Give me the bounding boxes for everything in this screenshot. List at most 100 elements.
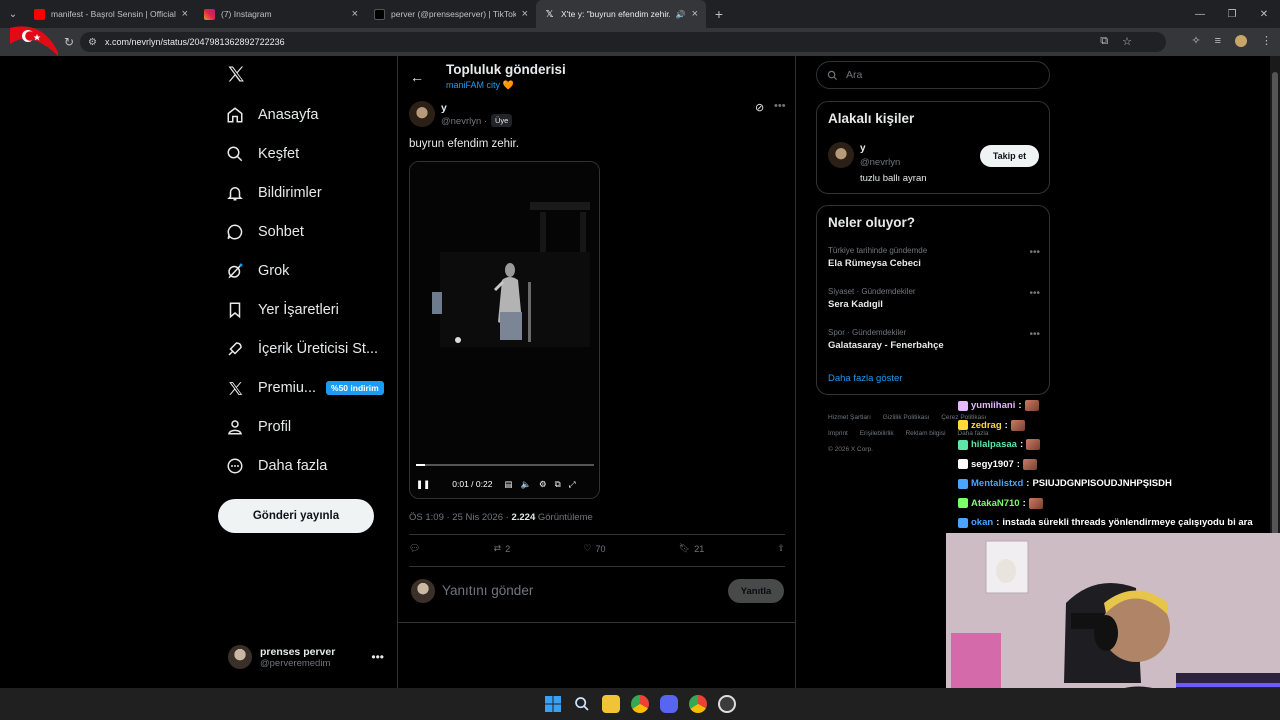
back-arrow-icon[interactable]: ← (410, 69, 424, 85)
close-tab-icon[interactable]: × (692, 8, 698, 20)
share-icon: ⇪ (777, 543, 785, 553)
repost-button[interactable]: ⇄ 2 (494, 543, 511, 554)
footer-link[interactable]: Hizmet Şartları (828, 414, 871, 421)
post-button[interactable]: Gönderi yayınla (218, 499, 374, 533)
post-timestamp[interactable]: ÖS 1:09 · 25 Nis 2026 · (409, 512, 509, 523)
profile-avatar-icon[interactable] (1235, 34, 1247, 47)
site-info-icon[interactable]: ⚙ (88, 37, 97, 48)
x-logo-icon[interactable] (226, 64, 250, 88)
follow-button[interactable]: Takip et (980, 145, 1039, 167)
minimize-icon[interactable]: — (1184, 0, 1216, 28)
community-link[interactable]: maniFAM city 🧡 (446, 80, 514, 91)
more-dots-icon[interactable]: ••• (1029, 329, 1040, 340)
avatar[interactable] (828, 142, 854, 168)
nav-item-home[interactable]: Anasayfa (226, 102, 318, 128)
author-avatar[interactable] (409, 101, 435, 127)
reply-input[interactable]: Yanıtını gönder (442, 583, 533, 598)
tab-title: manifest - Başrol Sensin | Official (51, 9, 176, 19)
footer-link[interactable]: Gizlilik Politikası (883, 414, 930, 421)
install-app-icon[interactable]: ⧉ (1100, 35, 1108, 48)
windows-start-icon[interactable] (544, 695, 562, 713)
chat-username: zedrag (971, 419, 1002, 431)
reply-button[interactable]: 💬︎ (409, 543, 420, 554)
chat-badge-icon (958, 517, 968, 528)
related-handle[interactable]: @nevrlyn (860, 157, 900, 168)
reply-submit-button[interactable]: Yanıtla (728, 579, 784, 603)
browser-tab-tiktok[interactable]: perver (@prensesperver) | TikTok × (366, 0, 536, 28)
reload-icon[interactable]: ↻ (58, 35, 80, 49)
chat-username: segy1907 (971, 458, 1014, 470)
volume-icon[interactable]: 🔈 (520, 479, 531, 490)
author-name[interactable]: y (441, 102, 447, 114)
browser-menu-icon[interactable]: ⋮ (1261, 34, 1272, 47)
nav-item-more[interactable]: Daha fazla (226, 453, 327, 479)
chat-message: Mentalistxd: PSIUJDGNPISOUDJNHPŞISDH (958, 474, 1280, 494)
chat-badge-icon (958, 459, 968, 470)
grok-explain-icon[interactable]: ⊘ (755, 101, 764, 114)
chat-message: hilalpasaa: (958, 435, 1280, 455)
trend-item[interactable]: Türkiye tarihinde gündemde Ela Rümeysa C… (828, 246, 1040, 269)
trend-item[interactable]: Siyaset · Gündemdekiler Sera Kadıgil ••• (828, 287, 1040, 310)
chat-badge-icon (958, 400, 968, 411)
home-icon (226, 106, 244, 124)
pip-icon[interactable]: ⧉ (555, 479, 561, 490)
nav-item-bookmarks[interactable]: Yer İşaretleri (226, 297, 339, 323)
captions-icon[interactable]: ▤ (504, 479, 512, 490)
window-close-icon[interactable]: ✕ (1248, 0, 1280, 28)
nav-item-chat[interactable]: Sohbet (226, 219, 304, 245)
like-button[interactable]: ♡ 70 (583, 543, 605, 554)
left-nav: Anasayfa Keşfet Bildirimler Sohbet Grok … (218, 56, 396, 688)
file-explorer-icon[interactable] (602, 695, 620, 713)
more-dots-icon[interactable]: ••• (1029, 247, 1040, 258)
nav-item-creator-studio[interactable]: İçerik Üreticisi St... (226, 336, 378, 362)
more-dots-icon[interactable]: ••• (1029, 288, 1040, 299)
discord-icon[interactable] (660, 695, 678, 713)
video-player[interactable]: ❚❚ 0:01 / 0:22 ▤ 🔈 ⚙ ⧉ ⤢ (409, 161, 600, 499)
nav-item-premium[interactable]: Premiu... %50 indirim (226, 375, 384, 401)
speaker-icon[interactable]: 🔊 (676, 10, 686, 19)
related-name[interactable]: y (860, 143, 866, 154)
nav-item-explore[interactable]: Keşfet (226, 141, 299, 167)
page-title: Topluluk gönderisi (446, 62, 566, 77)
chat-text: PSIUJDGNPISOUDJNHPŞISDH (1032, 478, 1172, 490)
search-input[interactable]: Ara (816, 61, 1050, 89)
settings-icon[interactable]: ⚙ (539, 479, 547, 490)
bookmark-count: 21 (694, 543, 705, 554)
trend-name: Sera Kadıgil (828, 299, 883, 310)
person-icon (226, 418, 244, 436)
chrome-icon[interactable] (689, 695, 707, 713)
close-tab-icon[interactable]: × (352, 8, 358, 20)
more-dots-icon[interactable]: ••• (371, 650, 384, 664)
new-tab-button[interactable]: + (706, 0, 732, 28)
url-field[interactable]: ⚙ x.com/nevrlyn/status/20479813628927222… (80, 32, 1166, 52)
trend-item[interactable]: Spor · Gündemdekiler Galatasaray - Fener… (828, 328, 1040, 351)
footer-link[interactable]: Erişilebilirlik (860, 430, 894, 437)
browser-tab-instagram[interactable]: (7) Instagram × (196, 0, 366, 28)
show-more-link[interactable]: Daha fazla göster (828, 373, 902, 384)
nav-item-notifications[interactable]: Bildirimler (226, 180, 322, 206)
bookmark-button[interactable]: 🔖︎ 21 (679, 543, 704, 554)
chrome-icon[interactable] (631, 695, 649, 713)
account-switcher[interactable]: prenses perver @perveremedim ••• (228, 642, 388, 672)
post-more-icon[interactable]: ••• (774, 100, 786, 112)
chat-message: yumiihani: (958, 396, 1280, 416)
nav-item-grok[interactable]: Grok (226, 258, 289, 284)
close-tab-icon[interactable]: × (522, 8, 528, 20)
browser-tab-x-active[interactable]: 𝕏 X'te y: "buyrun efendim zehir." 🔊 × (536, 0, 706, 28)
footer-link[interactable]: Imprint (828, 430, 848, 437)
footer-link[interactable]: Reklam bilgisi (905, 430, 945, 437)
reading-list-icon[interactable]: ≡ (1215, 35, 1221, 47)
author-handle[interactable]: @nevrlyn · (441, 116, 487, 127)
pause-icon[interactable]: ❚❚ (416, 479, 430, 490)
fullscreen-icon[interactable]: ⤢ (569, 479, 576, 490)
nav-item-profile[interactable]: Profil (226, 414, 291, 440)
close-tab-icon[interactable]: × (182, 8, 188, 20)
bookmark-star-icon[interactable]: ☆ (1122, 35, 1132, 48)
search-icon[interactable] (573, 695, 591, 713)
video-progress-bar[interactable] (416, 464, 594, 466)
extensions-icon[interactable]: ✧ (1191, 34, 1200, 47)
restore-icon[interactable]: ❐ (1216, 0, 1248, 28)
browser-toolbar-right: ✧ ≡ ⋮ (1191, 34, 1272, 47)
share-button[interactable]: ⇪ (777, 543, 785, 554)
obs-icon[interactable] (718, 695, 736, 713)
